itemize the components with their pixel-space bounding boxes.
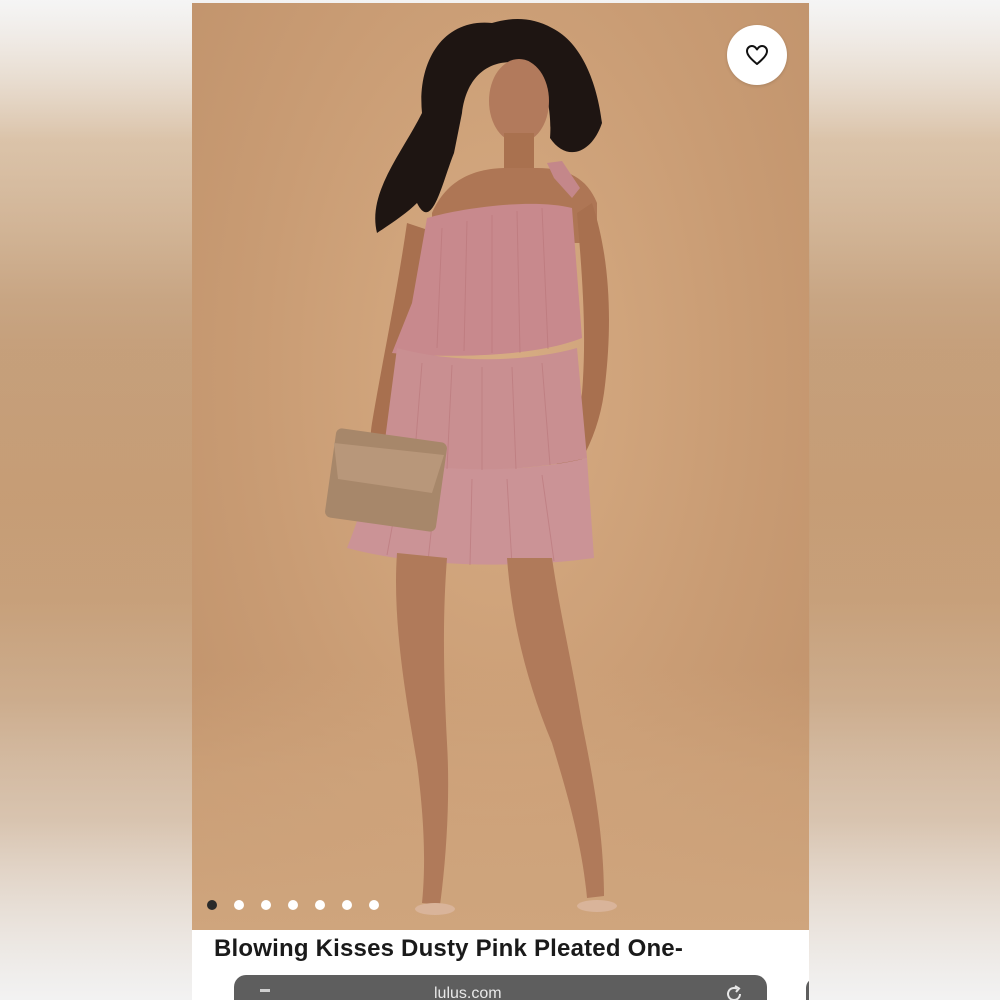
blurred-backdrop-right: [810, 0, 1000, 1000]
carousel-dot-6[interactable]: [342, 900, 352, 910]
carousel-dot-7[interactable]: [369, 900, 379, 910]
carousel-dot-5[interactable]: [315, 900, 325, 910]
model-illustration: [325, 18, 617, 915]
dress-tier-top: [392, 203, 582, 356]
favorite-button[interactable]: [727, 25, 787, 85]
reload-icon[interactable]: [723, 983, 745, 1000]
heart-icon: [746, 45, 768, 65]
model-leg-right: [507, 558, 604, 898]
carousel-dot-1[interactable]: [207, 900, 217, 910]
carousel-dot-3[interactable]: [261, 900, 271, 910]
blurred-backdrop-left: [0, 0, 192, 1000]
product-image[interactable]: [192, 3, 809, 930]
model-shoe-left: [415, 903, 455, 915]
model-neck: [504, 133, 534, 173]
browser-url-bar[interactable]: lulus.com: [234, 975, 767, 1000]
screenshot-frame: Blowing Kisses Dusty Pink Pleated One- l…: [0, 0, 1000, 1000]
next-tab-preview[interactable]: [806, 978, 809, 1000]
model-shoe-right: [577, 900, 617, 912]
product-title: Blowing Kisses Dusty Pink Pleated One-: [214, 935, 684, 962]
url-options-icon[interactable]: [260, 989, 270, 992]
carousel-dot-4[interactable]: [288, 900, 298, 910]
product-page: Blowing Kisses Dusty Pink Pleated One- l…: [192, 3, 809, 1000]
carousel-dot-2[interactable]: [234, 900, 244, 910]
carousel-indicator: [207, 900, 379, 910]
model-leg-left: [396, 553, 449, 905]
url-text: lulus.com: [434, 985, 502, 1000]
model-face: [489, 59, 549, 143]
